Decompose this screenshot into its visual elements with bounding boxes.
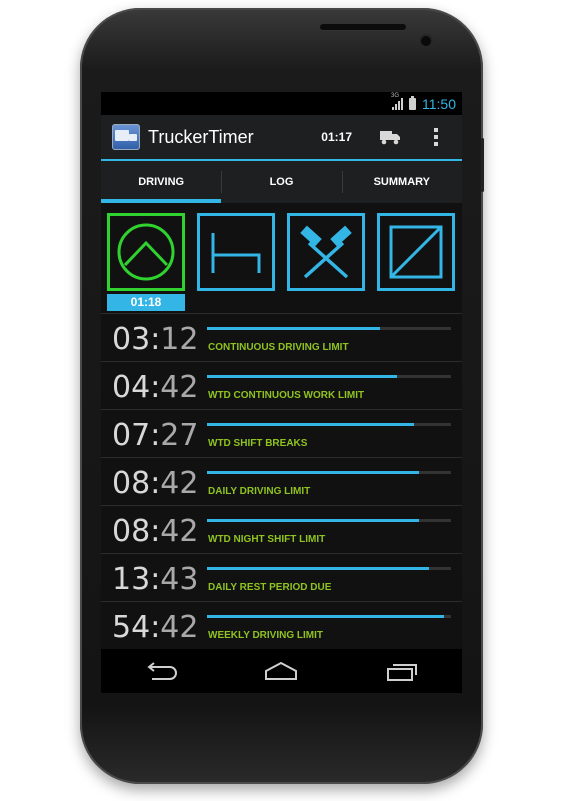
back-button[interactable] bbox=[141, 658, 181, 684]
limit-time: 07:27 bbox=[112, 418, 199, 453]
battery-charging-icon bbox=[409, 95, 416, 110]
availability-mode-button[interactable] bbox=[377, 213, 455, 291]
limit-progress-track bbox=[207, 471, 451, 474]
front-camera bbox=[421, 36, 431, 46]
recent-apps-icon bbox=[386, 664, 417, 681]
truck-icon bbox=[380, 131, 400, 145]
limit-row-wtd-continuous-work[interactable]: 04:42 WTD CONTINUOUS WORK LIMIT bbox=[101, 361, 462, 409]
limit-progress-fill bbox=[207, 519, 420, 522]
overflow-menu-icon[interactable] bbox=[432, 128, 440, 146]
tab-bar: DRIVING LOG SUMMARY bbox=[101, 161, 462, 203]
limit-time: 13:43 bbox=[112, 562, 199, 597]
truck-app-icon[interactable] bbox=[112, 124, 140, 150]
limit-label: WTD NIGHT SHIFT LIMIT bbox=[208, 534, 326, 545]
rest-mode-button[interactable] bbox=[197, 213, 275, 291]
limit-progress-track bbox=[207, 423, 451, 426]
truck-button[interactable] bbox=[378, 127, 402, 147]
limit-progress-track bbox=[207, 615, 451, 618]
limit-row-daily-rest[interactable]: 13:43 DAILY REST PERIOD DUE bbox=[101, 553, 462, 601]
limit-progress-track bbox=[207, 519, 451, 522]
bed-icon bbox=[211, 233, 261, 273]
status-bar: 3G 11:50 bbox=[101, 92, 462, 115]
limit-progress-track bbox=[207, 375, 451, 378]
limit-time: 03:12 bbox=[112, 322, 199, 357]
limit-label: DAILY REST PERIOD DUE bbox=[208, 582, 332, 593]
limit-progress-fill bbox=[207, 471, 420, 474]
limit-row-weekly-driving[interactable]: 54:42 WEEKLY DRIVING LIMIT bbox=[101, 601, 462, 649]
limit-time: 04:42 bbox=[112, 370, 199, 405]
limit-label: WTD CONTINUOUS WORK LIMIT bbox=[208, 390, 365, 401]
home-button[interactable] bbox=[261, 658, 301, 684]
limit-time: 54:42 bbox=[112, 610, 199, 645]
home-icon bbox=[265, 661, 298, 680]
back-icon bbox=[147, 662, 178, 680]
limit-progress-fill bbox=[207, 327, 381, 330]
limit-row-wtd-shift-breaks[interactable]: 07:27 WTD SHIFT BREAKS bbox=[101, 409, 462, 457]
work-mode-button[interactable] bbox=[287, 213, 365, 291]
elapsed-timer: 01:17 bbox=[321, 130, 352, 144]
tab-log[interactable]: LOG bbox=[221, 161, 341, 203]
driving-mode-button[interactable]: 01:18 bbox=[107, 213, 185, 311]
limit-progress-fill bbox=[207, 615, 444, 618]
screen: 3G 11:50 TruckerTimer 01:17 DRIVING LOG … bbox=[101, 92, 462, 693]
limit-label: WEEKLY DRIVING LIMIT bbox=[208, 630, 324, 641]
recent-apps-button[interactable] bbox=[382, 658, 422, 684]
action-bar: TruckerTimer 01:17 bbox=[101, 115, 462, 161]
steering-wheel-icon bbox=[117, 223, 175, 281]
speaker-grille bbox=[320, 24, 406, 30]
network-type: 3G bbox=[391, 92, 400, 99]
limit-label: CONTINUOUS DRIVING LIMIT bbox=[208, 342, 349, 353]
limit-progress-fill bbox=[207, 567, 430, 570]
tab-driving[interactable]: DRIVING bbox=[101, 161, 222, 203]
limit-label: WTD SHIFT BREAKS bbox=[208, 438, 308, 449]
mode-selector: 01:18 bbox=[101, 203, 462, 313]
app-title: TruckerTimer bbox=[148, 126, 254, 147]
limit-progress-track bbox=[207, 327, 451, 330]
limit-label: DAILY DRIVING LIMIT bbox=[208, 486, 311, 497]
driving-elapsed-time: 01:18 bbox=[107, 294, 185, 311]
limit-progress-fill bbox=[207, 423, 415, 426]
tab-summary[interactable]: SUMMARY bbox=[341, 161, 462, 203]
limits-list: 03:12 CONTINUOUS DRIVING LIMIT 04:42 WTD… bbox=[101, 313, 462, 649]
signal-icon: 3G bbox=[391, 93, 403, 110]
navigation-bar bbox=[101, 649, 462, 693]
limit-row-daily-driving[interactable]: 08:42 DAILY DRIVING LIMIT bbox=[101, 457, 462, 505]
limit-time: 08:42 bbox=[112, 466, 199, 501]
limit-progress-track bbox=[207, 567, 451, 570]
limit-row-wtd-night-shift[interactable]: 08:42 WTD NIGHT SHIFT LIMIT bbox=[101, 505, 462, 553]
limit-progress-fill bbox=[207, 375, 398, 378]
limit-row-continuous-driving[interactable]: 03:12 CONTINUOUS DRIVING LIMIT bbox=[101, 313, 462, 361]
power-button bbox=[481, 138, 484, 192]
crossed-hammers-icon bbox=[300, 225, 352, 279]
diagonal-box-icon bbox=[389, 225, 443, 279]
limit-time: 08:42 bbox=[112, 514, 199, 549]
status-clock: 11:50 bbox=[422, 95, 456, 112]
